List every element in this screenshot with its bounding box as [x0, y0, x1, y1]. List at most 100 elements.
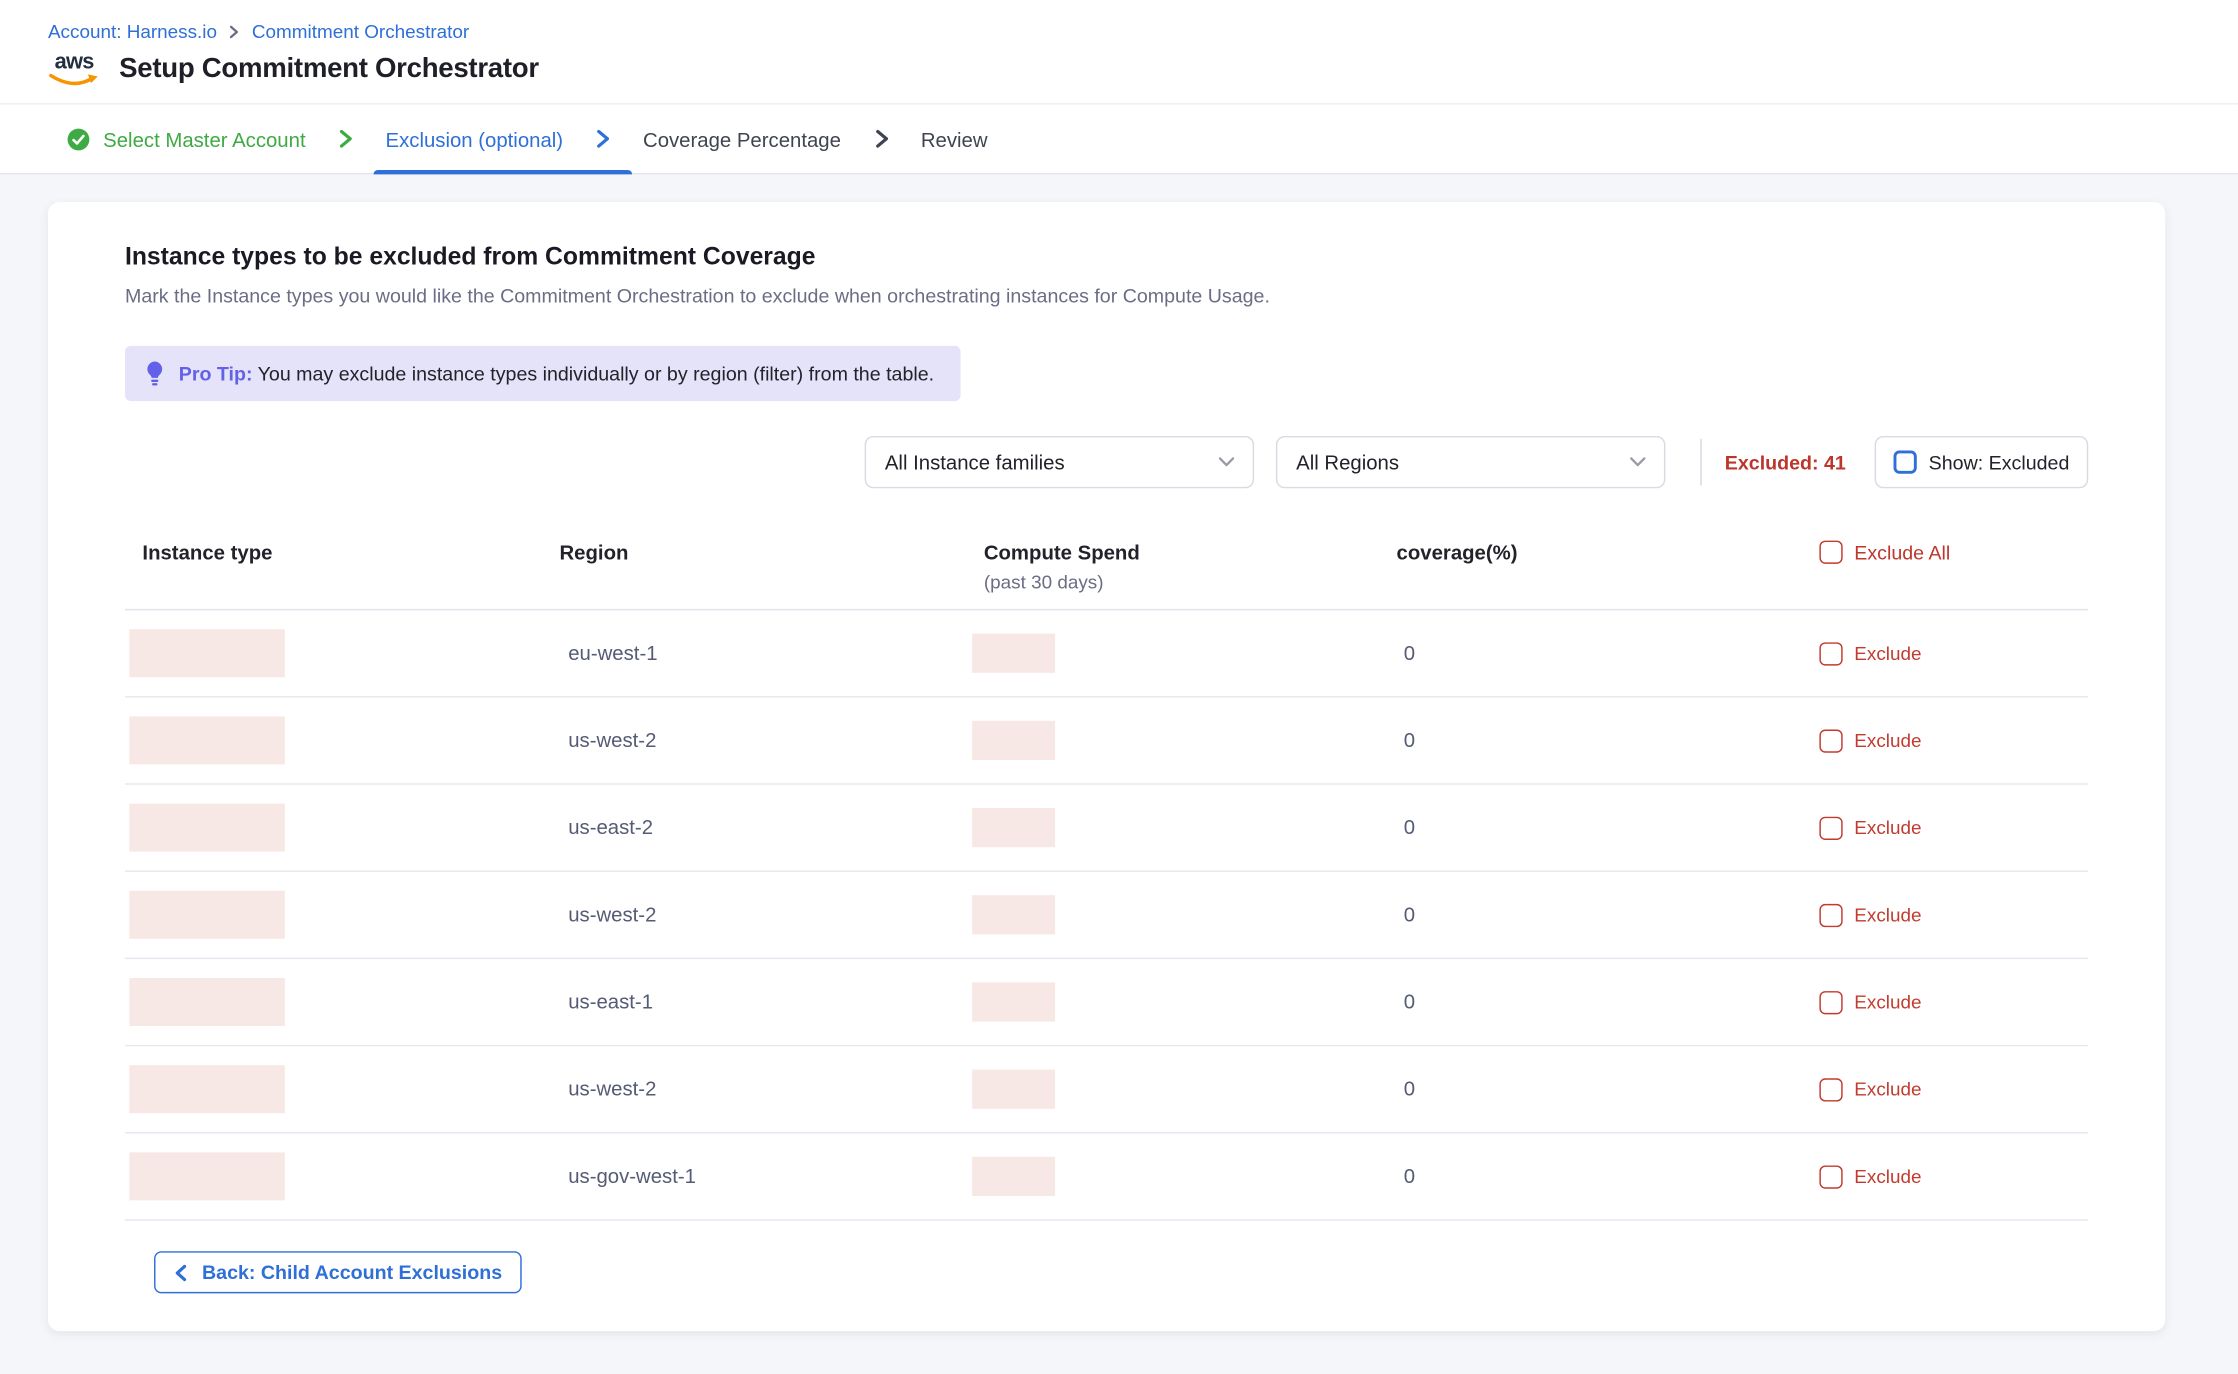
redacted-instance-type: [129, 1152, 284, 1200]
col-instance-type: Instance type: [125, 541, 560, 564]
region-value: us-east-1: [559, 989, 653, 1012]
back-button-label: Back: Child Account Exclusions: [202, 1261, 502, 1283]
instance-families-value: All Instance families: [885, 450, 1065, 473]
exclude-label[interactable]: Exclude: [1854, 904, 1921, 926]
redacted-compute-spend: [972, 634, 1055, 673]
step-exclusion-optional[interactable]: Exclusion (optional): [386, 124, 564, 153]
exclude-all-label[interactable]: Exclude All: [1854, 541, 1950, 563]
show-excluded-label: Show: Excluded: [1929, 451, 2070, 473]
step-label[interactable]: Select Master Account: [103, 124, 305, 153]
redacted-instance-type: [129, 891, 284, 939]
excluded-count: Excluded: 41: [1725, 451, 1846, 473]
exclude-checkbox[interactable]: [1819, 1165, 1842, 1188]
exclude-checkbox[interactable]: [1819, 990, 1842, 1013]
coverage-value: 0: [1397, 989, 1416, 1012]
regions-value: All Regions: [1296, 450, 1399, 473]
coverage-value: 0: [1397, 727, 1416, 750]
filter-divider: [1700, 439, 1701, 486]
exclude-all-checkbox[interactable]: [1819, 541, 1842, 564]
exclusions-panel: Instance types to be excluded from Commi…: [48, 202, 2165, 1331]
table-row: us-gov-west-1 0 Exclude: [125, 1133, 2088, 1220]
chevron-down-icon: [1218, 456, 1235, 468]
breadcrumb: Account: Harness.io Commitment Orchestra…: [0, 0, 2238, 42]
region-value: us-east-2: [559, 815, 653, 838]
redacted-compute-spend: [972, 808, 1055, 847]
show-excluded-checkbox[interactable]: [1894, 450, 1917, 473]
redacted-compute-spend: [972, 982, 1055, 1021]
redacted-instance-type: [129, 978, 284, 1026]
exclude-label[interactable]: Exclude: [1854, 730, 1921, 752]
region-value: us-gov-west-1: [559, 1163, 695, 1186]
region-value: us-west-2: [559, 1076, 656, 1099]
lightbulb-icon: [145, 360, 164, 386]
region-value: eu-west-1: [559, 640, 657, 663]
title-row: aws Setup Commitment Orchestrator: [0, 42, 2238, 103]
filter-bar: All Instance families All Regions Exclud…: [125, 436, 2088, 488]
coverage-value: 0: [1397, 815, 1416, 838]
chevron-right-icon: [870, 128, 892, 150]
table-row: us-west-2 0 Exclude: [125, 698, 2088, 785]
pro-tip-banner: Pro Tip: You may exclude instance types …: [125, 346, 960, 401]
panel-subtitle: Mark the Instance types you would like t…: [125, 285, 2136, 307]
step-label[interactable]: Review: [921, 124, 988, 153]
exclude-label[interactable]: Exclude: [1854, 1165, 1921, 1187]
exclude-checkbox[interactable]: [1819, 903, 1842, 926]
page: Account: Harness.io Commitment Orchestra…: [0, 0, 2238, 1374]
aws-logo-icon: aws: [48, 52, 100, 87]
table-row: us-west-2 0 Exclude: [125, 872, 2088, 959]
back-button[interactable]: Back: Child Account Exclusions: [154, 1251, 521, 1293]
redacted-instance-type: [129, 716, 284, 764]
step-coverage-percentage[interactable]: Coverage Percentage: [643, 124, 841, 153]
redacted-compute-spend: [972, 721, 1055, 760]
chevron-down-icon: [1629, 456, 1646, 468]
coverage-value: 0: [1397, 902, 1416, 925]
exclude-label[interactable]: Exclude: [1854, 991, 1921, 1013]
redacted-compute-spend: [972, 895, 1055, 934]
region-value: us-west-2: [559, 902, 656, 925]
col-exclude-all: Exclude All: [1819, 541, 2088, 564]
instance-types-table: Instance type Region Compute Spend (past…: [125, 523, 2088, 1221]
redacted-instance-type: [129, 629, 284, 677]
step-review[interactable]: Review: [921, 124, 988, 153]
exclude-checkbox[interactable]: [1819, 816, 1842, 839]
pro-tip-text: Pro Tip: You may exclude instance types …: [179, 363, 934, 385]
panel-title: Instance types to be excluded from Commi…: [125, 243, 2136, 272]
table-row: us-east-1 0 Exclude: [125, 959, 2088, 1046]
table-row: us-west-2 0 Exclude: [125, 1046, 2088, 1133]
table-header: Instance type Region Compute Spend (past…: [125, 523, 2088, 610]
redacted-compute-spend: [972, 1157, 1055, 1196]
exclude-checkbox[interactable]: [1819, 729, 1842, 752]
table-row: us-east-2 0 Exclude: [125, 785, 2088, 872]
step-label[interactable]: Coverage Percentage: [643, 124, 841, 153]
step-label[interactable]: Exclusion (optional): [386, 124, 564, 153]
instance-families-select[interactable]: All Instance families: [865, 436, 1254, 488]
chevron-right-icon: [227, 24, 242, 39]
regions-select[interactable]: All Regions: [1276, 436, 1665, 488]
exclude-label[interactable]: Exclude: [1854, 817, 1921, 839]
chevron-left-icon: [173, 1264, 190, 1281]
coverage-value: 0: [1397, 640, 1416, 663]
region-value: us-west-2: [559, 727, 656, 750]
exclude-checkbox[interactable]: [1819, 1078, 1842, 1101]
exclude-checkbox[interactable]: [1819, 642, 1842, 665]
redacted-instance-type: [129, 804, 284, 852]
col-region: Region: [559, 541, 972, 564]
check-circle-icon: [67, 127, 90, 150]
chevron-right-icon: [592, 128, 614, 150]
coverage-value: 0: [1397, 1076, 1416, 1099]
page-title: Setup Commitment Orchestrator: [119, 54, 539, 86]
col-compute-spend-note: (past 30 days): [984, 571, 1397, 593]
show-excluded-toggle[interactable]: Show: Excluded: [1875, 436, 2088, 488]
stepper: Select Master Account Exclusion (optiona…: [0, 105, 2238, 175]
redacted-compute-spend: [972, 1070, 1055, 1109]
step-select-master-account[interactable]: Select Master Account: [67, 124, 306, 153]
top-bar: Account: Harness.io Commitment Orchestra…: [0, 0, 2238, 174]
breadcrumb-page-link[interactable]: Commitment Orchestrator: [252, 20, 469, 42]
exclude-label[interactable]: Exclude: [1854, 1078, 1921, 1100]
col-compute-spend: Compute Spend (past 30 days): [972, 541, 1396, 593]
coverage-value: 0: [1397, 1163, 1416, 1186]
redacted-instance-type: [129, 1065, 284, 1113]
breadcrumb-account-link[interactable]: Account: Harness.io: [48, 20, 217, 42]
table-row: eu-west-1 0 Exclude: [125, 610, 2088, 697]
exclude-label[interactable]: Exclude: [1854, 642, 1921, 664]
